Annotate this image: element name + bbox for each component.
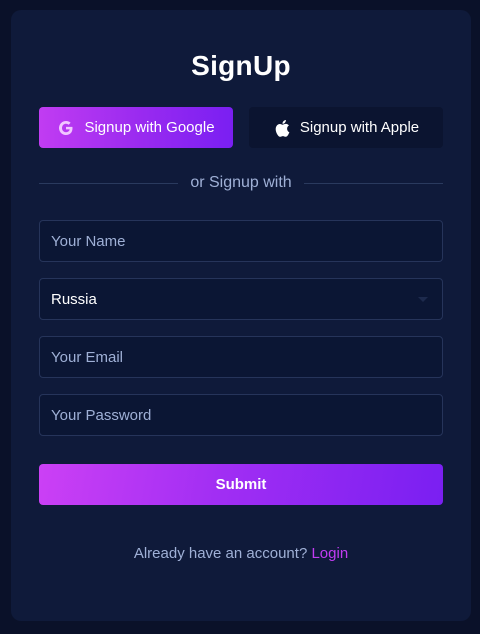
google-signup-button[interactable]: Signup with Google bbox=[39, 107, 233, 148]
apple-signup-button[interactable]: Signup with Apple bbox=[249, 107, 443, 148]
page-title: SignUp bbox=[191, 50, 291, 81]
country-value: Russia bbox=[51, 290, 97, 308]
divider: or Signup with bbox=[39, 173, 444, 193]
submit-button[interactable]: Submit bbox=[39, 464, 443, 505]
apple-icon bbox=[273, 119, 291, 137]
name-input[interactable] bbox=[51, 232, 428, 250]
google-signup-label: Signup with Google bbox=[84, 119, 215, 136]
divider-line-left bbox=[39, 182, 179, 184]
login-prompt-text: Already have an account? bbox=[133, 545, 308, 562]
divider-line-right bbox=[303, 182, 444, 184]
password-field[interactable] bbox=[39, 394, 443, 436]
chevron-down-icon bbox=[418, 296, 428, 302]
divider-text: or Signup with bbox=[190, 174, 292, 191]
signup-card: SignUp Signup with Google Signup with Ap… bbox=[11, 10, 471, 621]
social-buttons: Signup with Google Signup with Apple bbox=[39, 107, 443, 148]
email-field[interactable] bbox=[39, 336, 443, 378]
email-input[interactable] bbox=[51, 348, 428, 366]
login-prompt: Already have an account? Login bbox=[11, 545, 471, 562]
country-select[interactable]: Russia bbox=[39, 278, 443, 320]
apple-signup-label: Signup with Apple bbox=[299, 119, 420, 136]
name-field[interactable] bbox=[39, 220, 443, 262]
login-link[interactable]: Login bbox=[311, 545, 348, 562]
password-input[interactable] bbox=[51, 406, 428, 424]
google-icon bbox=[57, 119, 75, 137]
